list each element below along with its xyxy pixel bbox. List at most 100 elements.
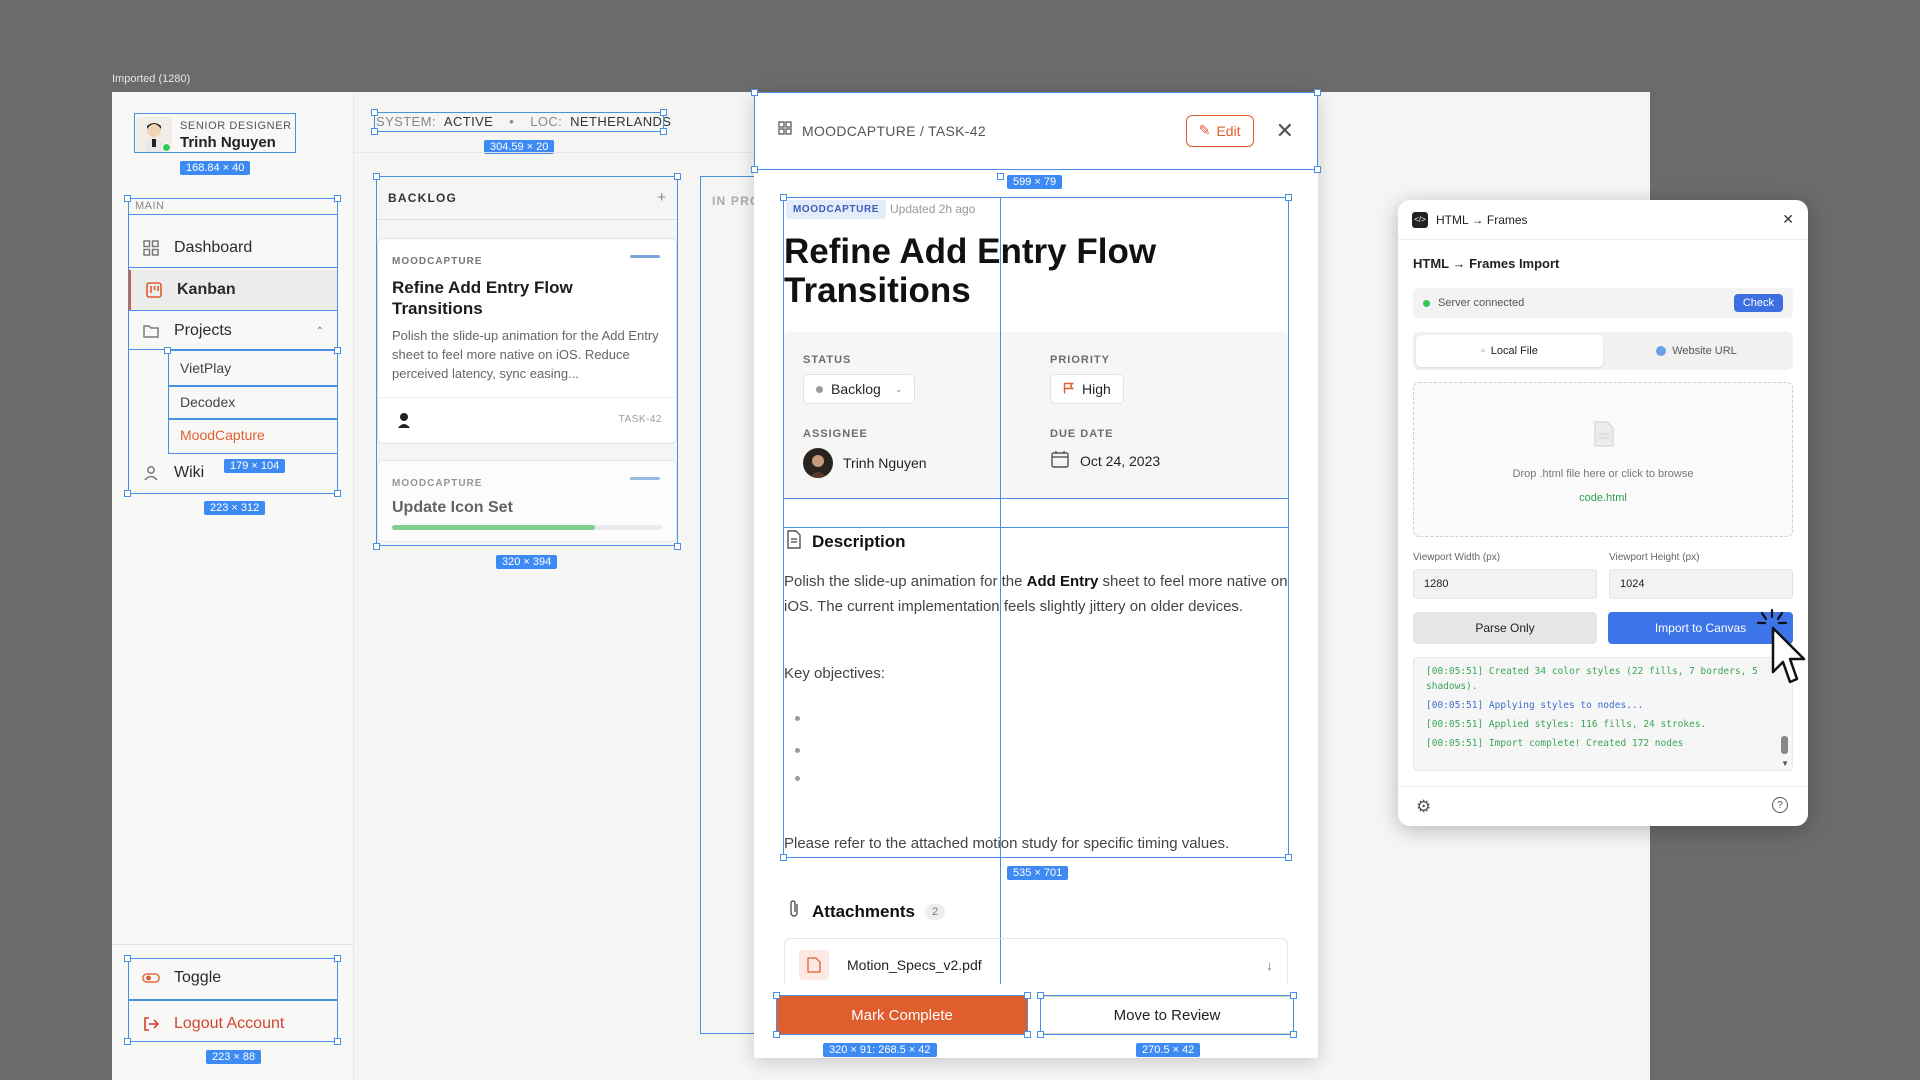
profile-dim: 168.84 × 40 — [180, 161, 251, 175]
toggle-button[interactable]: Toggle — [128, 958, 338, 998]
user-icon — [142, 464, 160, 482]
card-priority-bar — [630, 255, 660, 258]
log-scrollbar[interactable] — [1781, 736, 1788, 754]
document-icon — [786, 530, 802, 554]
file-icon: ▫ — [1481, 345, 1485, 357]
system-value: ACTIVE — [443, 114, 494, 129]
server-status: Server connected — [1438, 297, 1525, 309]
priority-select[interactable]: High — [1050, 374, 1124, 404]
mark-complete-button[interactable]: Mark Complete — [776, 996, 1028, 1034]
complete-dim: 320 × 91: 268.5 × 42 — [823, 1043, 937, 1057]
document-icon — [1593, 421, 1615, 452]
logout-button[interactable]: Logout Account — [128, 1004, 338, 1044]
toggle-label: Toggle — [174, 969, 222, 986]
footer-note: Please refer to the attached motion stud… — [784, 835, 1230, 852]
tab-label: Local File — [1490, 345, 1538, 357]
avatar — [136, 117, 172, 153]
add-card-button[interactable]: + — [657, 189, 666, 206]
attachments-heading: Attachments — [812, 901, 915, 921]
help-icon[interactable]: ? — [1772, 797, 1788, 813]
profile-role: SENIOR DESIGNER — [180, 119, 292, 132]
board-icon — [778, 121, 792, 140]
pdf-icon — [799, 950, 829, 980]
priority-label: PRIORITY — [1050, 354, 1110, 366]
sidebar-item-label: Dashboard — [174, 239, 253, 256]
sidebar-project-moodcapture[interactable]: MoodCapture — [170, 419, 336, 451]
edit-button[interactable]: ✎ Edit — [1185, 114, 1254, 147]
profile-name: Trinh Nguyen — [180, 133, 276, 151]
viewport-height-field[interactable]: 1024 — [1609, 569, 1793, 599]
sidebar-project-vietplay[interactable]: VietPlay — [170, 352, 336, 384]
header-dim: 599 × 79 — [1007, 175, 1063, 189]
description-bold: Add Entry — [1026, 573, 1099, 590]
task-card[interactable]: MOODCAPTURE Refine Add Entry Flow Transi… — [377, 238, 677, 444]
task-card[interactable]: MOODCAPTURE Update Icon Set — [377, 460, 677, 542]
card-assignee-avatar — [396, 411, 412, 429]
viewport-width-field[interactable]: 1280 — [1413, 569, 1597, 599]
toggle-icon — [142, 969, 160, 987]
server-status-row: Server connected Check — [1413, 288, 1793, 318]
close-icon[interactable]: ✕ — [1782, 211, 1794, 228]
nav-section-label: MAIN — [135, 200, 165, 212]
grid-icon — [142, 239, 160, 257]
viewport-width-label: Viewport Width (px) — [1413, 552, 1501, 563]
card-project-tag: MOODCAPTURE — [392, 256, 483, 267]
system-label: SYSTEM: — [376, 114, 436, 129]
nav-dim: 223 × 312 — [204, 501, 266, 515]
chevron-down-icon: ⌄ — [894, 383, 903, 394]
plugin-titlebar: </> HTML → Frames ✕ — [1398, 200, 1808, 240]
sidebar-item-label: Projects — [174, 322, 232, 339]
tab-local-file[interactable]: ▫ Local File — [1416, 335, 1603, 367]
due-date-field[interactable]: Oct 24, 2023 — [1050, 449, 1160, 472]
separator: • — [509, 114, 515, 129]
sidebar-project-decodex[interactable]: Decodex — [170, 386, 336, 418]
status-select[interactable]: Backlog ⌄ — [803, 374, 916, 404]
scroll-down-icon[interactable]: ▼ — [1781, 759, 1789, 768]
edit-label: Edit — [1216, 122, 1241, 139]
card-progress-track — [392, 525, 662, 530]
log-console: [00:05:51] Created 34 color styles (22 f… — [1413, 657, 1793, 771]
chevron-up-icon[interactable]: ⌃ — [316, 326, 324, 337]
log-line: [00:05:51] Applying styles to nodes... — [1426, 700, 1644, 711]
status-dot — [816, 385, 823, 393]
parse-only-button[interactable]: Parse Only — [1413, 612, 1597, 644]
tab-label: Website URL — [1672, 345, 1737, 357]
profile-block[interactable]: SENIOR DESIGNER Trinh Nguyen — [136, 116, 294, 154]
attachments-heading-row: Attachments 2 — [786, 899, 946, 924]
sidebar-item-dashboard[interactable]: Dashboard — [128, 228, 338, 268]
description-text: Polish the slide-up animation for the Ad… — [784, 570, 1290, 619]
updated-time: Updated 2h ago — [890, 202, 976, 216]
log-line: [00:05:51] Import complete! Created 172 … — [1426, 738, 1684, 749]
breadcrumb[interactable]: MOODCAPTURE / TASK-42 — [802, 123, 986, 139]
status-value: Backlog — [831, 381, 881, 397]
drop-text: Drop .html file here or click to browse — [1512, 468, 1694, 480]
connected-dot — [1423, 299, 1430, 307]
description-part: Polish the slide-up animation for the — [784, 573, 1027, 590]
assignee-label: ASSIGNEE — [803, 428, 868, 440]
assignee-field[interactable]: Trinh Nguyen — [803, 448, 927, 478]
code-icon: </> — [1412, 211, 1428, 228]
sidebar-item-projects[interactable]: Projects ⌃ — [128, 311, 338, 351]
log-line: [00:05:51] Applied styles: 116 fills, 24… — [1426, 719, 1707, 730]
move-to-review-button[interactable]: Move to Review — [1040, 996, 1294, 1034]
tab-website-url[interactable]: Website URL — [1603, 335, 1790, 367]
card-priority-bar — [630, 477, 660, 480]
objective-bullet — [795, 776, 800, 781]
close-icon[interactable]: ✕ — [1276, 118, 1294, 144]
plugin-heading: HTML → Frames Import — [1413, 256, 1560, 271]
file-drop-zone[interactable]: Drop .html file here or click to browse … — [1413, 382, 1793, 537]
sidebar-item-kanban[interactable]: Kanban — [128, 270, 338, 310]
log-line: [00:05:51] Created 34 color styles (22 f… — [1426, 666, 1758, 692]
mouse-cursor-icon — [1771, 626, 1806, 684]
due-date-value: Oct 24, 2023 — [1080, 452, 1161, 469]
detail-header: MOODCAPTURE / TASK-42 ✎ Edit ✕ — [754, 92, 1318, 170]
loc-value: NETHERLANDS — [570, 114, 672, 129]
globe-icon — [1656, 346, 1667, 356]
download-icon[interactable]: ↓ — [1266, 957, 1273, 973]
assignee-value: Trinh Nguyen — [843, 455, 927, 471]
sidebar-item-label: Wiki — [174, 464, 205, 481]
settings-icon[interactable]: ⚙ — [1416, 797, 1431, 817]
column-dim: 320 × 394 — [496, 555, 558, 569]
check-button[interactable]: Check — [1733, 294, 1783, 312]
logout-label: Logout Account — [174, 1015, 285, 1032]
